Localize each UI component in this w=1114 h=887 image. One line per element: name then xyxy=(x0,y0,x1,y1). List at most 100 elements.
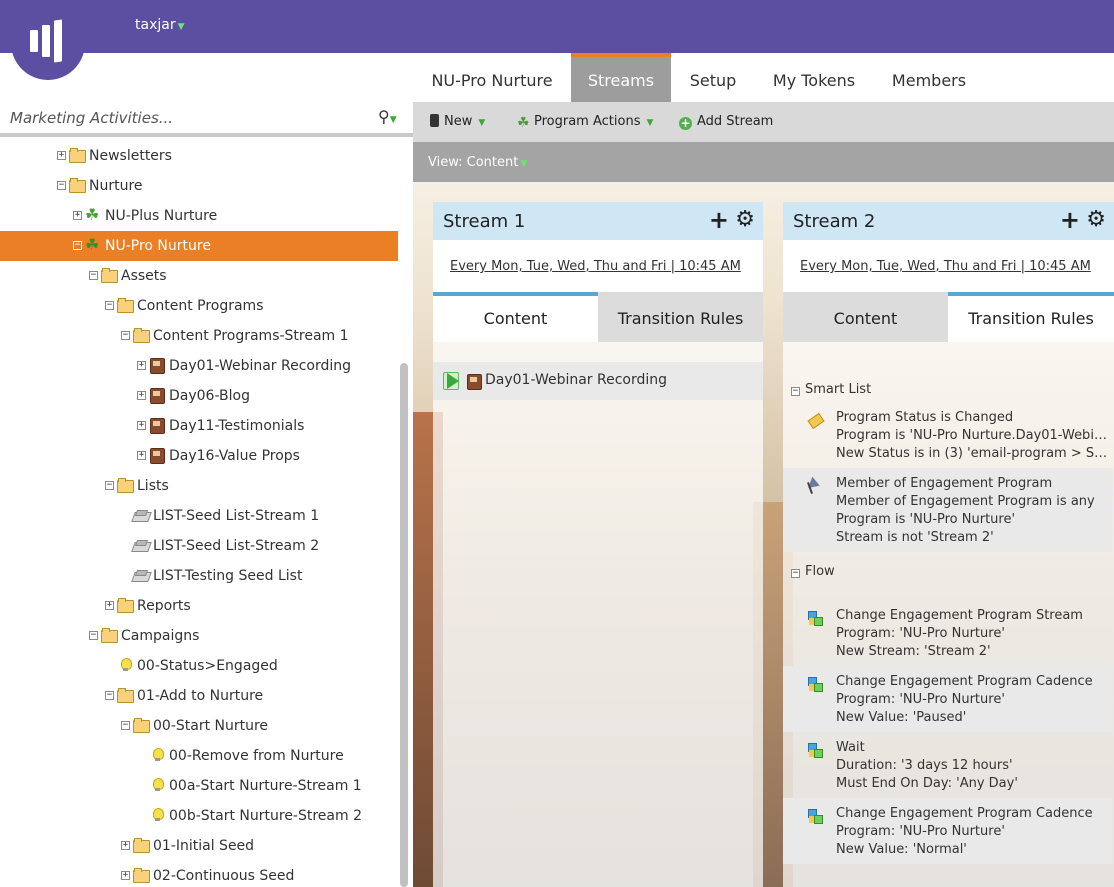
tree-filter-button[interactable]: ⚲▼ xyxy=(378,107,397,126)
add-content-icon[interactable]: + xyxy=(709,207,729,233)
tree-item[interactable]: 00-Status>Engaged xyxy=(0,651,398,681)
rule-line: Program: 'NU-Pro Nurture' xyxy=(836,626,1005,641)
tree-item[interactable]: + Day01-Webinar Recording xyxy=(0,351,398,381)
stream-header: Stream 1 + ⚙ xyxy=(433,202,763,240)
tree-item[interactable]: LIST-Testing Seed List xyxy=(0,561,398,591)
rule-line: Change Engagement Program Stream xyxy=(836,608,1083,623)
rule-lines: Program Status is Changed Program is 'NU-… xyxy=(836,409,1108,463)
expand-icon[interactable]: + xyxy=(137,391,146,400)
tree-item-label: NU-Pro Nurture xyxy=(105,238,211,254)
list-icon xyxy=(133,508,149,522)
flow-step[interactable]: Wait Duration: '3 days 12 hours' Must End … xyxy=(783,732,1113,798)
tree-item[interactable]: 00-Remove from Nurture xyxy=(0,741,398,771)
workspace-switcher[interactable]: taxjar ▼ xyxy=(135,17,185,33)
gear-icon[interactable]: ⚙ xyxy=(735,208,755,232)
collapse-icon[interactable]: − xyxy=(73,241,82,250)
rule-line: Program is 'NU-Pro Nurture' xyxy=(836,512,1016,527)
collapse-icon[interactable]: − xyxy=(57,181,66,190)
program-tabs: NU-Pro Nurture Streams Setup My Tokens Membe… xyxy=(413,53,1114,102)
content-item[interactable]: Day01-Webinar Recording xyxy=(433,362,763,400)
tree-item[interactable]: LIST-Seed List-Stream 2 xyxy=(0,531,398,561)
expand-icon[interactable]: + xyxy=(137,361,146,370)
marketo-logo-icon[interactable] xyxy=(11,0,85,80)
flow-header[interactable]: − Flow xyxy=(791,564,835,579)
collapse-icon[interactable]: − xyxy=(791,387,800,396)
flow-step[interactable]: Change Engagement Program Stream Program:… xyxy=(783,600,1113,666)
bulb-icon xyxy=(149,778,165,792)
tree-item[interactable]: − Assets xyxy=(0,261,398,291)
smart-list-filter[interactable]: Member of Engagement Program Member of En… xyxy=(783,468,1113,552)
expand-icon[interactable]: + xyxy=(137,421,146,430)
tab-setup[interactable]: Setup xyxy=(673,53,753,102)
tree-item[interactable]: 00b-Start Nurture-Stream 2 xyxy=(0,801,398,831)
tree-item-label: 02-Continuous Seed xyxy=(153,868,295,884)
tab-transition-rules[interactable]: Transition Rules xyxy=(948,292,1114,342)
expand-icon[interactable]: + xyxy=(137,451,146,460)
collapse-icon[interactable]: − xyxy=(105,301,114,310)
collapse-icon[interactable]: − xyxy=(791,569,800,578)
collapse-icon[interactable]: − xyxy=(89,271,98,280)
stream-title: Stream 2 xyxy=(793,211,876,232)
tree-item[interactable]: − Campaigns xyxy=(0,621,398,651)
tree-item-label: 01-Add to Nurture xyxy=(137,688,264,704)
tree-item[interactable]: + Reports xyxy=(0,591,398,621)
tab-members[interactable]: Members xyxy=(875,53,983,102)
filter-wand-icon: ⚲ xyxy=(378,107,390,126)
tree-item[interactable]: − Content Programs xyxy=(0,291,398,321)
folder-icon xyxy=(101,628,118,643)
cadence-link[interactable]: Every Mon, Tue, Wed, Thu and Fri | 10:45… xyxy=(800,259,1096,274)
tree-item[interactable]: + NU-Plus Nurture xyxy=(0,200,398,231)
tree-item-label: Content Programs-Stream 1 xyxy=(153,328,349,344)
gear-icon[interactable]: ⚙ xyxy=(1086,208,1106,232)
tree-item[interactable]: + Day06-Blog xyxy=(0,381,398,411)
cadence-link[interactable]: Every Mon, Tue, Wed, Thu and Fri | 10:45… xyxy=(450,259,746,274)
view-selector[interactable]: View: Content ▼ xyxy=(428,155,527,170)
clover-icon xyxy=(85,230,101,260)
collapse-icon[interactable]: − xyxy=(89,631,98,640)
tab-my-tokens[interactable]: My Tokens xyxy=(753,53,875,102)
tab-content[interactable]: Content xyxy=(783,292,948,342)
tree-item[interactable]: +02-Continuous Seed xyxy=(0,861,398,887)
tree-item[interactable]: − NU-Pro Nurture xyxy=(0,230,398,261)
tree-item[interactable]: − Lists xyxy=(0,471,398,501)
collapse-icon[interactable]: − xyxy=(105,481,114,490)
expand-icon[interactable]: + xyxy=(121,871,130,880)
tree-item[interactable]: +01-Initial Seed xyxy=(0,831,398,861)
collapse-icon[interactable]: − xyxy=(105,691,114,700)
search-input[interactable] xyxy=(10,109,370,127)
flow-step[interactable]: Change Engagement Program Cadence Program… xyxy=(783,798,1113,864)
clover-icon xyxy=(85,200,101,230)
tree-item[interactable]: LIST-Seed List-Stream 1 xyxy=(0,501,398,531)
tree-item[interactable]: + Day16-Value Props xyxy=(0,441,398,471)
smart-list-header[interactable]: − Smart List xyxy=(791,382,871,397)
collapse-icon[interactable]: − xyxy=(121,331,130,340)
tree-item-label: Nurture xyxy=(89,178,143,194)
tree-item-label: 00-Status>Engaged xyxy=(137,658,278,674)
tree-item[interactable]: − Nurture xyxy=(0,171,398,201)
expand-icon[interactable]: + xyxy=(121,841,130,850)
expand-icon[interactable]: + xyxy=(73,211,82,220)
rule-line: New Value: 'Paused' xyxy=(836,710,967,725)
sidebar-scrollbar[interactable] xyxy=(400,363,408,887)
rule-lines: Change Engagement Program Stream Program:… xyxy=(836,607,1108,661)
collapse-icon[interactable]: − xyxy=(121,721,130,730)
tab-nu-pro-nurture[interactable]: NU-Pro Nurture xyxy=(413,53,571,102)
tab-streams[interactable]: Streams xyxy=(571,53,671,102)
rule-line: Member of Engagement Program is any xyxy=(836,494,1095,509)
tree-item[interactable]: − 00-Start Nurture xyxy=(0,711,398,741)
add-content-icon[interactable]: + xyxy=(1060,207,1080,233)
program-actions-button[interactable]: ☘ Program Actions ▼ xyxy=(517,114,653,130)
smart-list-filter[interactable]: Program Status is Changed Program is 'NU-… xyxy=(783,402,1113,468)
tree-item[interactable]: + Newsletters xyxy=(0,141,398,171)
add-stream-button[interactable]: + Add Stream xyxy=(679,114,773,130)
tree-item[interactable]: 00a-Start Nurture-Stream 1 xyxy=(0,771,398,801)
expand-icon[interactable]: + xyxy=(57,151,66,160)
tree-item[interactable]: − Content Programs-Stream 1 xyxy=(0,321,398,351)
flow-step[interactable]: Change Engagement Program Cadence Program… xyxy=(783,666,1113,732)
new-button[interactable]: New ▼ xyxy=(430,114,485,129)
tab-transition-rules[interactable]: Transition Rules xyxy=(598,292,763,342)
tree-item[interactable]: + Day11-Testimonials xyxy=(0,411,398,441)
tab-content[interactable]: Content xyxy=(433,292,598,342)
tree-item[interactable]: − 01-Add to Nurture xyxy=(0,681,398,711)
expand-icon[interactable]: + xyxy=(105,601,114,610)
